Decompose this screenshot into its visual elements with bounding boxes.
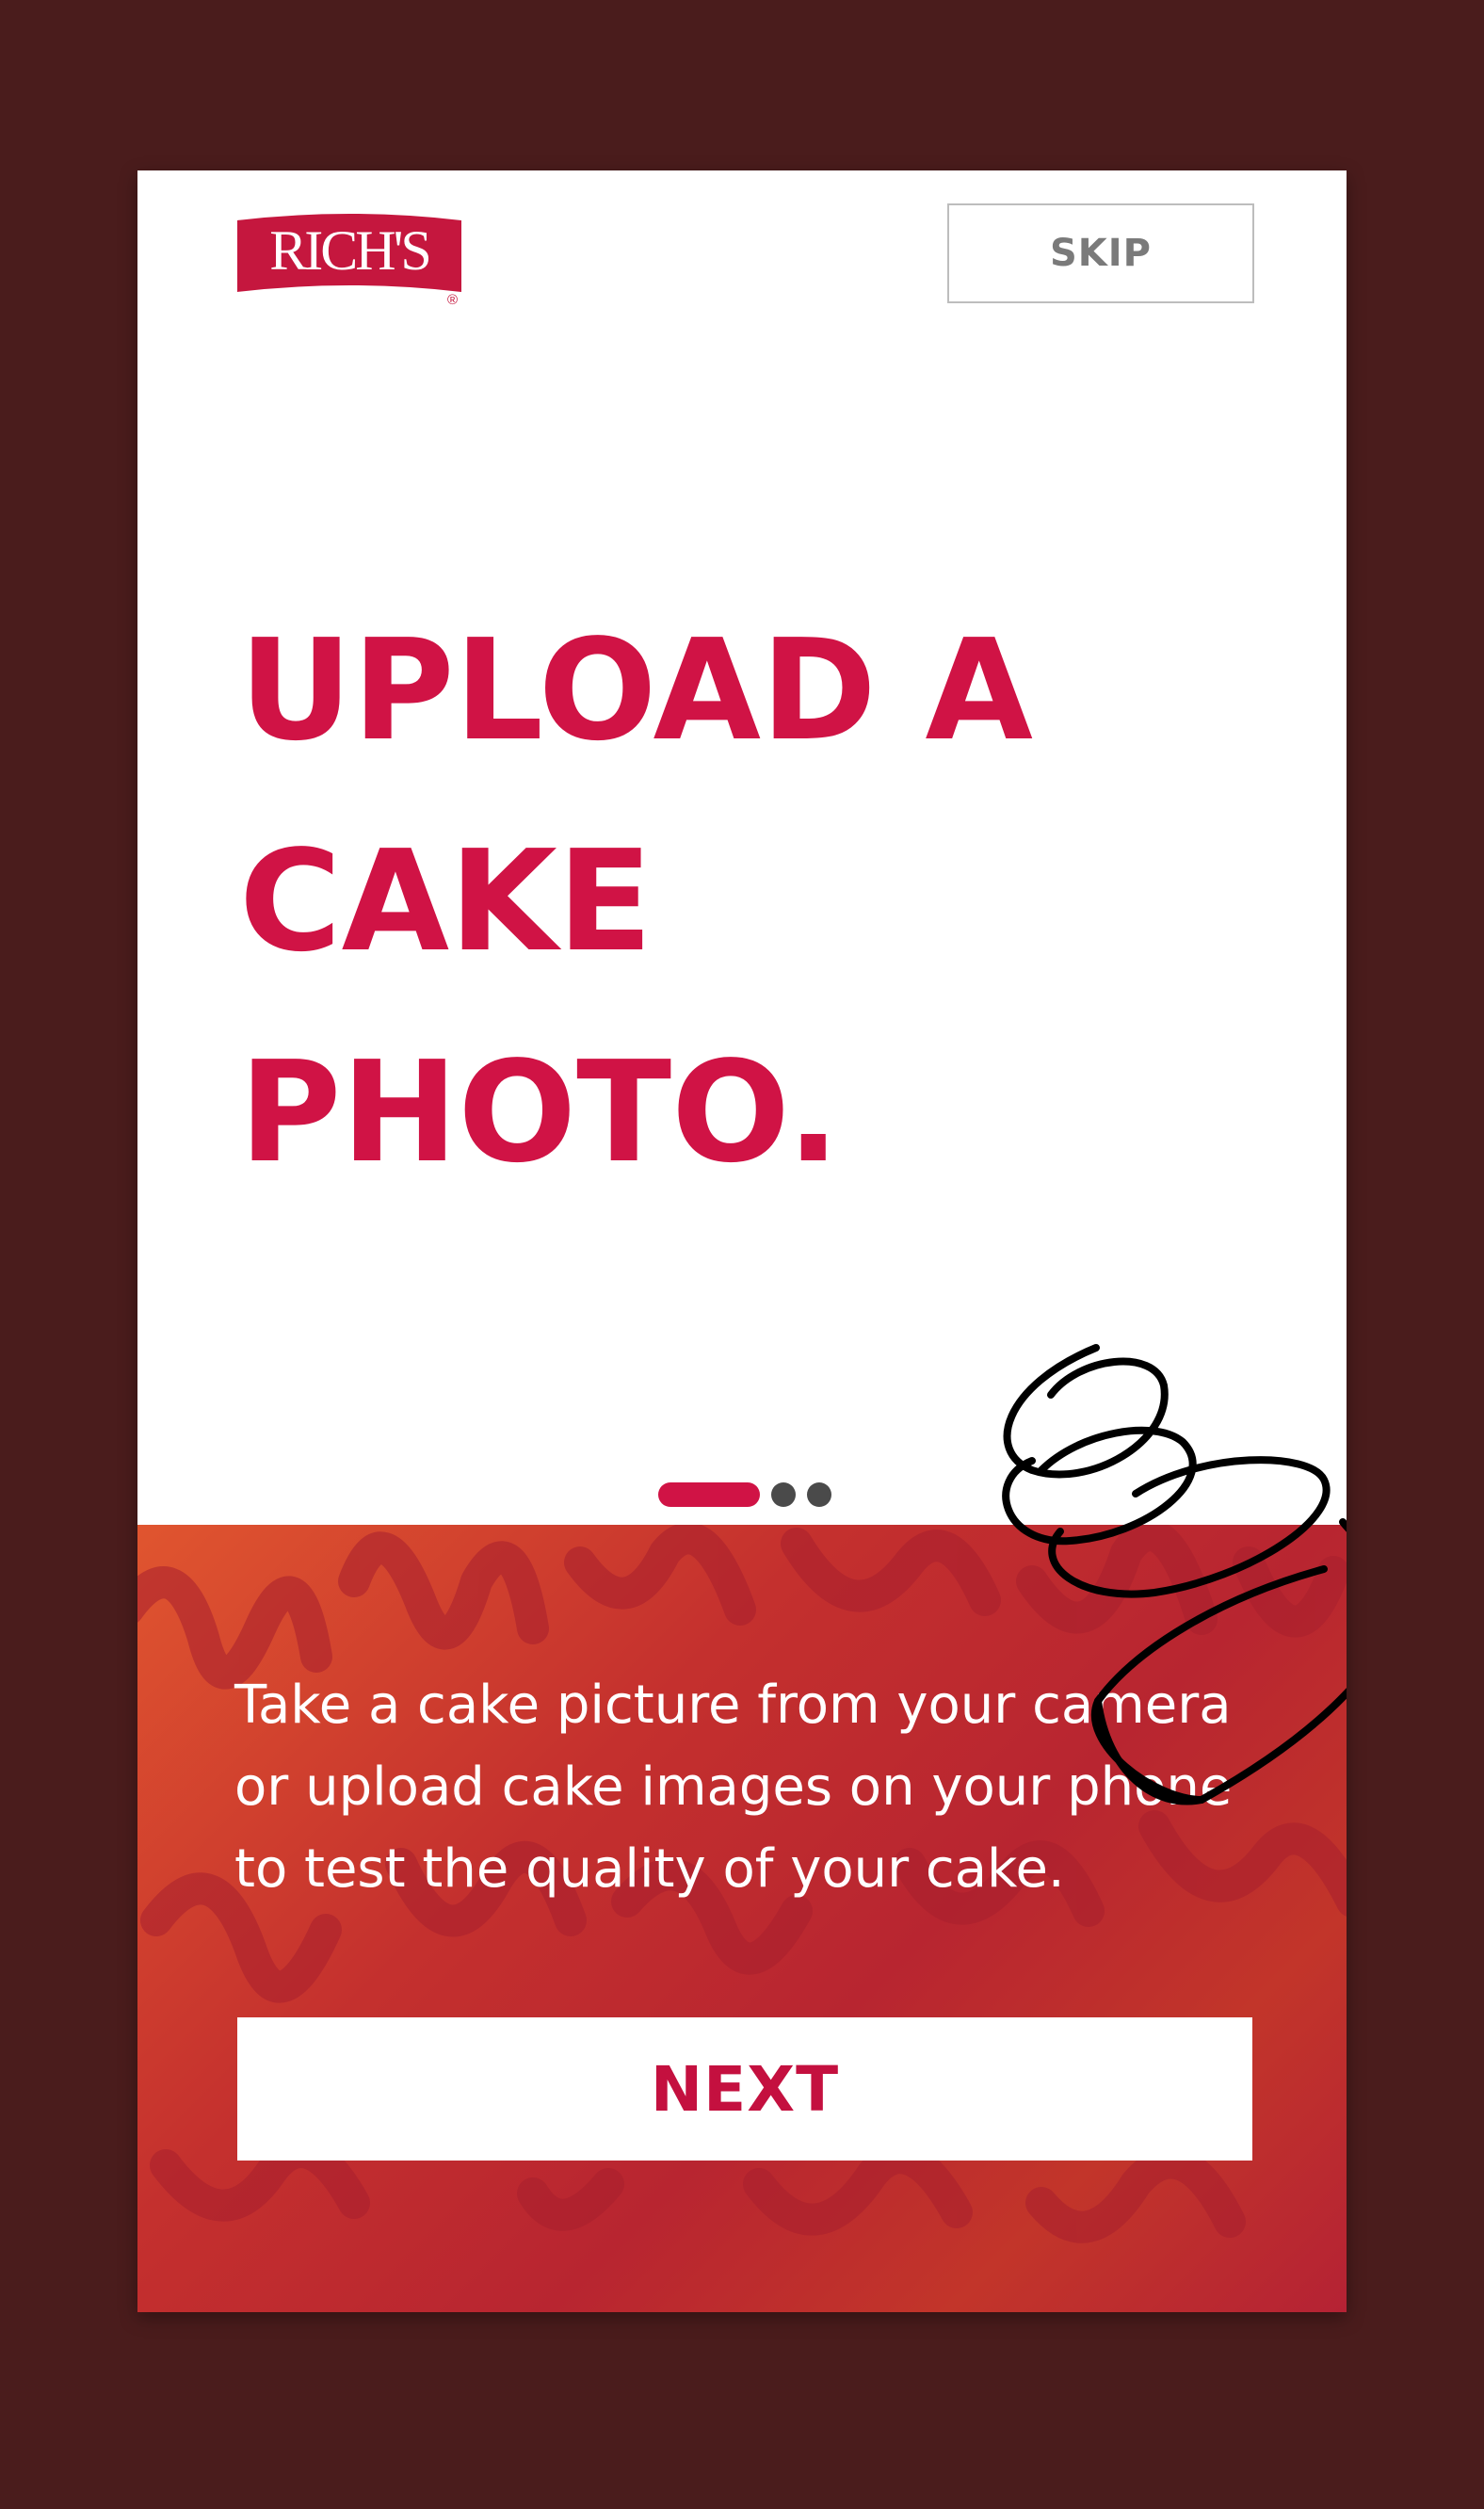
cake-outline-icon [1002,1344,1347,1805]
page-indicator-dot [807,1482,831,1507]
richs-logo: RICH'S ® [237,214,461,305]
onboarding-top-area: RICH'S ® SKIP UPLOAD A CAKE PHOTO. [137,170,1347,1525]
page-indicator-dot [771,1482,796,1507]
title-line-2: CAKE [239,820,653,982]
next-button[interactable]: NEXT [237,2017,1252,2161]
skip-button[interactable]: SKIP [947,203,1254,303]
title-line-3: PHOTO. [239,1031,840,1193]
logo-wordmark: RICH'S [269,219,429,282]
onboarding-card: RICH'S ® SKIP UPLOAD A CAKE PHOTO. Take … [137,170,1347,2312]
title-line-1: UPLOAD A [239,609,1033,771]
registered-mark: ® [447,292,458,305]
page-indicator-active [658,1482,760,1507]
page-title: UPLOAD A CAKE PHOTO. [239,585,1228,1218]
page-indicator [658,1481,843,1509]
